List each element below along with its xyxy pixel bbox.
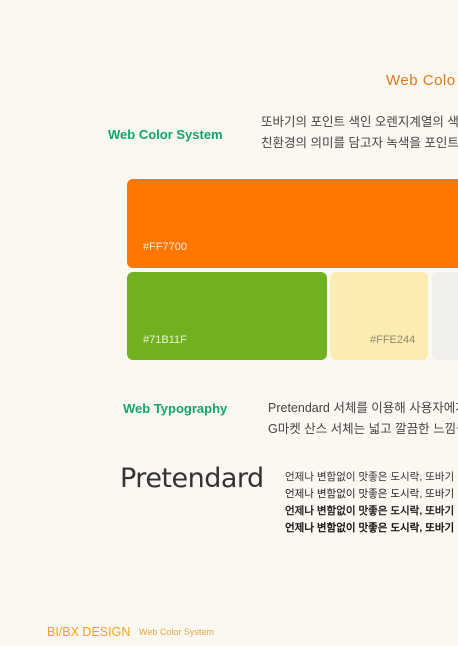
swatch-yellow-hex: #FFE244 [370, 334, 416, 346]
sample-weight-medium: 언제나 변함없이 맛좋은 도시락, 또바기 [285, 488, 455, 500]
footer-subtitle: Web Color System [139, 627, 214, 637]
swatch-green: #71B11F [127, 272, 327, 360]
typo-desc-line-1: Pretendard 서체를 이용해 사용자에게 [268, 401, 458, 415]
footer-brand: BI/BX DESIGN [47, 625, 131, 639]
typography-section-description: Pretendard 서체를 이용해 사용자에게 G마켓 산스 서체는 넓고 깔… [268, 398, 458, 440]
sample-weight-regular: 언제나 변함없이 맛좋은 도시락, 또바기 [285, 471, 455, 483]
sample-weight-semibold: 언제나 변함없이 맛좋은 도시락, 또바기 [285, 505, 455, 517]
swatch-yellow: #FFE244 [330, 272, 428, 360]
color-desc-line-2: 친환경의 의미를 담고자 녹색을 포인트로 [261, 136, 458, 150]
swatch-orange-hex: #FF7700 [143, 241, 188, 253]
typography-section-label: Web Typography [123, 401, 228, 416]
sample-weight-bold: 언제나 변함없이 맛좋은 도시락, 또바기 [285, 522, 455, 534]
swatch-green-hex: #71B11F [143, 334, 187, 346]
font-weight-samples: 언제나 변함없이 맛좋은 도시락, 또바기 언제나 변함없이 맛좋은 도시락, … [285, 469, 454, 537]
color-desc-line-1: 또바기의 포인트 색인 오렌지계열의 색상 [261, 115, 458, 129]
color-section-description: 또바기의 포인트 색인 오렌지계열의 색상 친환경의 의미를 담고자 녹색을 포… [261, 112, 458, 154]
swatch-orange: #FF7700 [127, 179, 458, 268]
page-title: Web Colo [386, 72, 456, 89]
swatch-gray [432, 272, 458, 360]
typo-desc-line-2: G마켓 산스 서체는 넓고 깔끔한 느낌을 [268, 422, 458, 436]
color-section-label: Web Color System [108, 127, 223, 142]
font-name-heading: Pretendard [120, 463, 264, 494]
